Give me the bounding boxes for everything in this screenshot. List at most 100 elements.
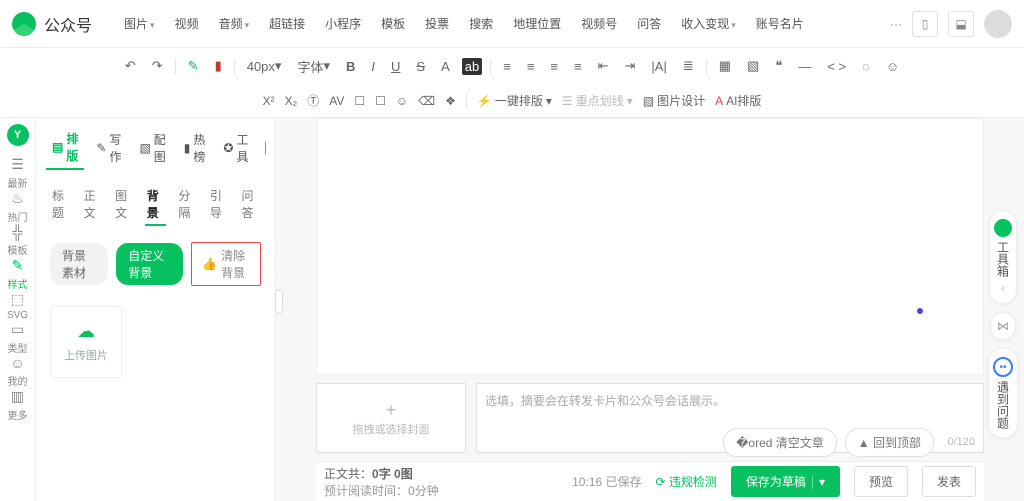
line-height-icon[interactable]: |A|: [647, 57, 670, 76]
face-icon: ••: [993, 357, 1013, 377]
rail-logo[interactable]: Y: [7, 124, 29, 146]
subtab-图文[interactable]: 图文: [113, 184, 135, 226]
align-right-icon[interactable]: ≡: [546, 57, 562, 76]
topmenu-8[interactable]: 地理位置: [505, 11, 569, 36]
topmenu-10[interactable]: 问答: [629, 11, 669, 36]
list-icon[interactable]: ≣: [679, 56, 698, 76]
ellipsis-icon[interactable]: ◌: [858, 57, 874, 76]
redo-icon[interactable]: ↷: [148, 56, 167, 76]
panel-tab-排版[interactable]: ▤排版: [46, 126, 84, 170]
panel-tab-写作[interactable]: ✎写作: [90, 127, 127, 169]
editor-canvas[interactable]: [316, 118, 984, 375]
rail-item-模板[interactable]: ╬模板: [7, 224, 28, 257]
topmenu-9[interactable]: 视频号: [573, 11, 625, 36]
topmenu-5[interactable]: 模板: [373, 11, 413, 36]
chip-custom-bg[interactable]: 自定义背景: [116, 243, 183, 285]
align-left-icon[interactable]: ≡: [499, 57, 515, 76]
phone-preview-icon[interactable]: ▯: [912, 11, 938, 37]
subtab-正文[interactable]: 正文: [82, 184, 104, 226]
tool-t3-icon[interactable]: ☐: [354, 94, 365, 108]
rail-label: 更多: [8, 407, 28, 422]
tool-t2-icon[interactable]: AV: [329, 94, 344, 108]
chip-bg-material[interactable]: 背景素材: [50, 243, 108, 285]
save-draft-button[interactable]: 保存为草稿▾: [731, 466, 840, 497]
clear-background-button[interactable]: 👍清除背景: [191, 242, 261, 286]
topmenu-2[interactable]: 音频: [211, 11, 258, 36]
cover-picker[interactable]: + 拖拽或选择封面: [316, 383, 466, 453]
image-design-button[interactable]: ▧ 图片设计: [643, 92, 705, 109]
bg-color-button[interactable]: ab: [462, 58, 482, 75]
subtab-背景[interactable]: 背景: [145, 184, 167, 226]
keyline-button[interactable]: ☰ 重点划线 ▾: [562, 92, 633, 109]
tool-t4-icon[interactable]: ☐: [375, 94, 386, 108]
rail-item-SVG[interactable]: ⬚SVG: [7, 291, 28, 321]
rail-item-我的[interactable]: ☺我的: [7, 355, 28, 388]
superscript-icon[interactable]: X²: [263, 94, 275, 108]
font-size-select[interactable]: 40px ▾: [243, 56, 286, 76]
indent-left-icon[interactable]: ⇤: [594, 56, 613, 76]
align-justify-icon[interactable]: ≡: [570, 57, 586, 76]
topmenu-6[interactable]: 投票: [417, 11, 457, 36]
subtab-标题[interactable]: 标题: [50, 184, 72, 226]
toolbox-label: 工具箱: [995, 241, 1012, 277]
image-icon[interactable]: ▧: [743, 56, 763, 76]
italic-button[interactable]: I: [367, 57, 379, 76]
topmenu-4[interactable]: 小程序: [317, 11, 369, 36]
underline-button[interactable]: U: [387, 57, 404, 76]
undo-icon[interactable]: ↶: [121, 56, 140, 76]
topmenu-3[interactable]: 超链接: [261, 11, 313, 36]
rail-item-热门[interactable]: ♨热门: [7, 190, 28, 224]
rail-item-最新[interactable]: ☰最新: [7, 156, 28, 190]
topmenu-1[interactable]: 视频: [167, 11, 207, 36]
toolbox-pill[interactable]: 工具箱 ‹: [989, 210, 1017, 304]
topmenu-7[interactable]: 搜索: [461, 11, 501, 36]
topmenu-12[interactable]: 账号名片: [748, 11, 812, 36]
font-color-button[interactable]: A: [437, 57, 454, 76]
preview-button[interactable]: 预览: [854, 466, 908, 497]
tool-t7-icon[interactable]: ❖: [445, 94, 456, 108]
panel-tab-热榜[interactable]: ▮热榜: [178, 127, 212, 169]
words-value: 0字 0图: [372, 467, 413, 481]
tool-t1-icon[interactable]: Ⓣ: [307, 92, 319, 109]
topmenu-0[interactable]: 图片: [116, 11, 163, 36]
emoji-icon[interactable]: ☺: [882, 57, 903, 76]
saved-label: 已保存: [606, 475, 642, 489]
divider-icon[interactable]: —: [794, 57, 815, 76]
panel-resize-handle[interactable]: [275, 290, 283, 314]
strike-button[interactable]: S: [412, 57, 429, 76]
panel-tab-配图[interactable]: ▧配图: [133, 127, 171, 169]
clear-article-button[interactable]: �ored 清空文章: [723, 428, 837, 457]
onekey-layout-button[interactable]: ⚡一键排版 ▾: [477, 92, 552, 109]
code-icon[interactable]: < >: [823, 57, 850, 76]
bold-button[interactable]: B: [342, 57, 359, 76]
subtab-问答[interactable]: 问答: [239, 184, 261, 226]
tool-t5-icon[interactable]: ☺: [396, 94, 408, 108]
feedback-pill[interactable]: •• 遇到问题: [988, 348, 1018, 438]
format-brush-icon[interactable]: ✎: [184, 56, 203, 76]
avatar[interactable]: [984, 10, 1012, 38]
more-menu[interactable]: ···: [890, 17, 902, 31]
save-icon[interactable]: ⬓: [948, 11, 974, 37]
rail-item-样式[interactable]: ✎样式: [7, 257, 28, 291]
panel-tab-工具[interactable]: ✪工具: [217, 127, 254, 169]
assist-pill[interactable]: ⋈: [990, 312, 1016, 340]
paint-icon[interactable]: ▮: [211, 56, 226, 76]
subtab-引导[interactable]: 引导: [208, 184, 230, 226]
rail-item-类型[interactable]: ▭类型: [7, 321, 28, 355]
publish-button[interactable]: 发表: [922, 466, 976, 497]
subtab-分隔[interactable]: 分隔: [176, 184, 198, 226]
ai-layout-button[interactable]: A AI排版: [715, 92, 761, 109]
topmenu-11[interactable]: 收入变现: [673, 11, 744, 36]
font-family-select[interactable]: 字体 ▾: [293, 55, 334, 78]
rail-item-更多[interactable]: ▥更多: [7, 388, 28, 422]
indent-right-icon[interactable]: ⇥: [621, 56, 640, 76]
tool-t6-icon[interactable]: ⌫: [418, 94, 435, 108]
violation-check-link[interactable]: ⟳ 违规检测: [656, 473, 717, 490]
back-to-top-button[interactable]: ▲ 回到顶部: [845, 428, 934, 457]
quote-icon[interactable]: ❝: [771, 56, 786, 76]
align-center-icon[interactable]: ≡: [523, 57, 539, 76]
subscript-icon[interactable]: X₂: [285, 94, 298, 108]
table-icon[interactable]: ▦: [715, 56, 735, 76]
upload-label: 上传图片: [64, 347, 108, 363]
upload-image-button[interactable]: ☁ 上传图片: [50, 306, 122, 378]
